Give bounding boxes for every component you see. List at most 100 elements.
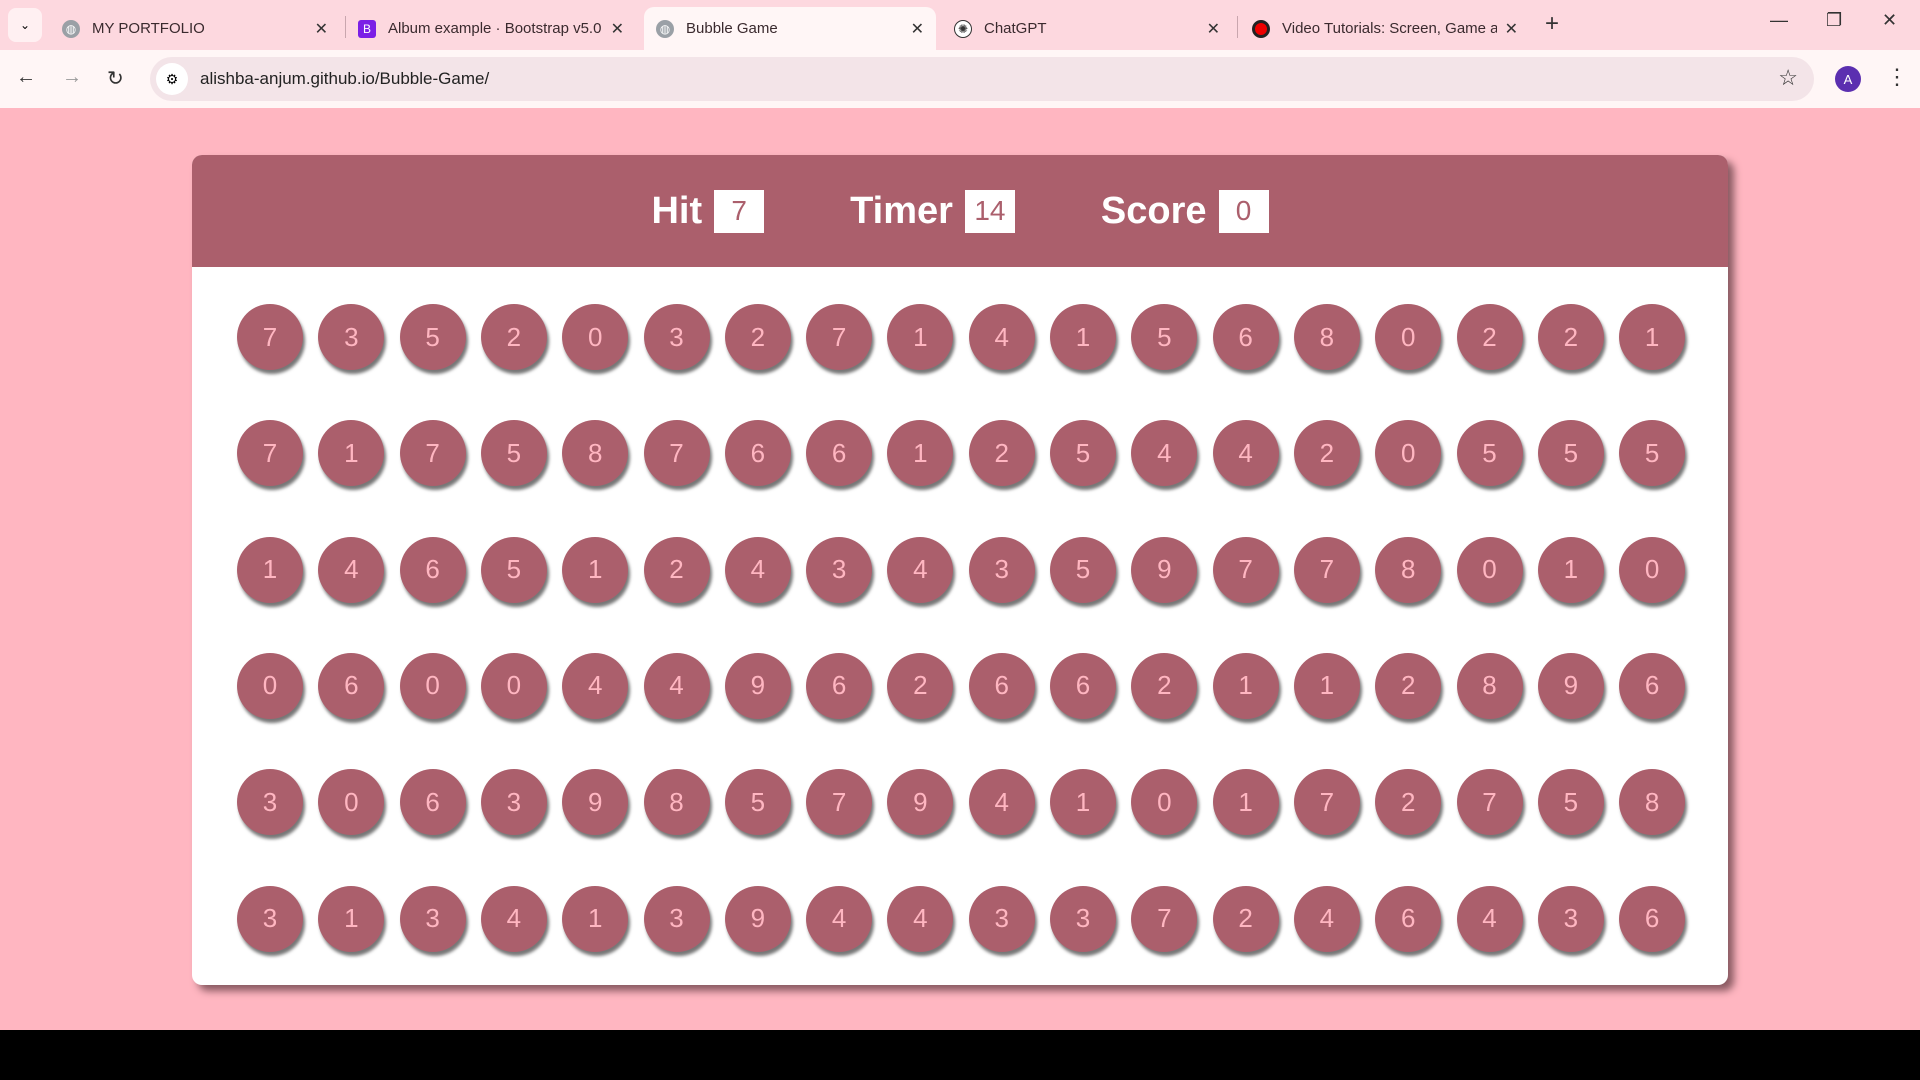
forward-button[interactable]: →	[62, 66, 82, 89]
menu-icon[interactable]: ⋮	[1886, 64, 1908, 90]
bubble[interactable]: 3	[399, 885, 466, 952]
bubble[interactable]: 4	[968, 304, 1035, 370]
site-info-icon[interactable]: ⚙	[156, 63, 188, 95]
bubble[interactable]: 5	[480, 536, 547, 603]
bubble[interactable]: 1	[1050, 304, 1116, 370]
bubble[interactable]: 0	[1456, 536, 1523, 603]
bubble[interactable]: 3	[237, 769, 303, 836]
bubble[interactable]: 1	[1537, 536, 1604, 603]
bubble[interactable]: 6	[1050, 652, 1116, 719]
new-tab-button[interactable]: +	[1545, 10, 1559, 38]
bubble[interactable]: 6	[724, 420, 791, 487]
bubble[interactable]: 4	[724, 536, 791, 603]
bubble[interactable]: 6	[806, 652, 873, 719]
bubble[interactable]: 2	[643, 536, 710, 603]
bubble[interactable]: 1	[318, 420, 385, 487]
bubble[interactable]: 5	[724, 769, 791, 836]
bubble[interactable]: 9	[724, 652, 791, 719]
url-text[interactable]: alishba-anjum.github.io/Bubble-Game/	[200, 69, 489, 89]
bubble[interactable]: 7	[1212, 536, 1279, 603]
bubble[interactable]: 0	[237, 652, 303, 719]
back-button[interactable]: ←	[16, 66, 36, 89]
bubble[interactable]: 1	[887, 420, 954, 487]
bubble[interactable]: 7	[1456, 769, 1523, 836]
bubble[interactable]: 4	[968, 769, 1035, 836]
bubble[interactable]: 7	[237, 420, 303, 487]
bubble[interactable]: 4	[480, 885, 547, 952]
bubble[interactable]: 7	[399, 420, 466, 487]
close-tab-icon[interactable]: ✕	[911, 19, 924, 39]
bubble[interactable]: 2	[1375, 769, 1442, 836]
bubble[interactable]: 6	[968, 652, 1035, 719]
bookmark-star-icon[interactable]: ☆	[1778, 65, 1798, 91]
bubble[interactable]: 8	[1456, 652, 1523, 719]
bubble[interactable]: 5	[1131, 304, 1198, 370]
bubble[interactable]: 2	[1375, 652, 1442, 719]
bubble[interactable]: 8	[1375, 536, 1442, 603]
bubble[interactable]: 4	[562, 652, 629, 719]
close-tab-icon[interactable]: ✕	[315, 19, 328, 39]
bubble[interactable]: 4	[887, 536, 954, 603]
bubble[interactable]: 3	[643, 304, 710, 370]
bubble[interactable]: 9	[887, 769, 954, 836]
bubble[interactable]: 3	[968, 536, 1035, 603]
bubble[interactable]: 5	[1537, 420, 1604, 487]
bubble[interactable]: 5	[480, 420, 547, 487]
bubble[interactable]: 5	[1050, 420, 1116, 487]
bubble[interactable]: 5	[1456, 420, 1523, 487]
bubble[interactable]: 4	[887, 885, 954, 952]
tab-bubble-game[interactable]: ◍ Bubble Game ✕	[644, 7, 936, 50]
bubble[interactable]: 0	[1375, 304, 1442, 370]
bubble[interactable]: 2	[968, 420, 1035, 487]
bubble[interactable]: 6	[1375, 885, 1442, 952]
bubble[interactable]: 3	[968, 885, 1035, 952]
bubble[interactable]: 5	[1619, 420, 1686, 487]
bubble[interactable]: 1	[1212, 652, 1279, 719]
bubble[interactable]: 4	[643, 652, 710, 719]
bubble[interactable]: 2	[480, 304, 547, 370]
bubble[interactable]: 6	[1212, 304, 1279, 370]
bubble[interactable]: 1	[1212, 769, 1279, 836]
tab-video-tutorials[interactable]: Video Tutorials: Screen, Game a ✕	[1240, 7, 1530, 50]
bubble[interactable]: 1	[562, 536, 629, 603]
bubble[interactable]: 7	[1293, 769, 1360, 836]
bubble[interactable]: 8	[1619, 769, 1686, 836]
bubble[interactable]: 2	[724, 304, 791, 370]
bubble[interactable]: 2	[1456, 304, 1523, 370]
close-tab-icon[interactable]: ✕	[611, 19, 624, 39]
bubble[interactable]: 7	[806, 769, 873, 836]
tab-album-example[interactable]: B Album example · Bootstrap v5.0 ✕	[346, 7, 636, 50]
bubble[interactable]: 9	[562, 769, 629, 836]
bubble[interactable]: 0	[1619, 536, 1686, 603]
bubble[interactable]: 4	[1131, 420, 1198, 487]
bubble[interactable]: 3	[1537, 885, 1604, 952]
bubble[interactable]: 4	[318, 536, 385, 603]
bubble[interactable]: 2	[1293, 420, 1360, 487]
bubble[interactable]: 1	[562, 885, 629, 952]
bubble[interactable]: 7	[1293, 536, 1360, 603]
bubble[interactable]: 9	[1131, 536, 1198, 603]
bubble[interactable]: 6	[399, 769, 466, 836]
bubble[interactable]: 8	[562, 420, 629, 487]
tab-chatgpt[interactable]: ✺ ChatGPT ✕	[942, 7, 1232, 50]
bubble[interactable]: 7	[1131, 885, 1198, 952]
bubble[interactable]: 0	[562, 304, 629, 370]
bubble[interactable]: 4	[1293, 885, 1360, 952]
bubble[interactable]: 5	[399, 304, 466, 370]
bubble[interactable]: 6	[1619, 885, 1686, 952]
bubble[interactable]: 2	[1131, 652, 1198, 719]
bubble[interactable]: 3	[480, 769, 547, 836]
bubble[interactable]: 5	[1050, 536, 1116, 603]
bubble[interactable]: 2	[1212, 885, 1279, 952]
bubble[interactable]: 1	[1293, 652, 1360, 719]
address-bar[interactable]: ⚙ alishba-anjum.github.io/Bubble-Game/ ☆	[150, 57, 1814, 101]
close-window-button[interactable]: ✕	[1882, 10, 1897, 31]
bubble[interactable]: 1	[887, 304, 954, 370]
bubble[interactable]: 2	[887, 652, 954, 719]
bubble[interactable]: 1	[1050, 769, 1116, 836]
bubble[interactable]: 2	[1537, 304, 1604, 370]
bubble[interactable]: 0	[1131, 769, 1198, 836]
bubble[interactable]: 3	[1050, 885, 1116, 952]
profile-avatar[interactable]: A	[1835, 66, 1861, 92]
bubble[interactable]: 3	[318, 304, 385, 370]
